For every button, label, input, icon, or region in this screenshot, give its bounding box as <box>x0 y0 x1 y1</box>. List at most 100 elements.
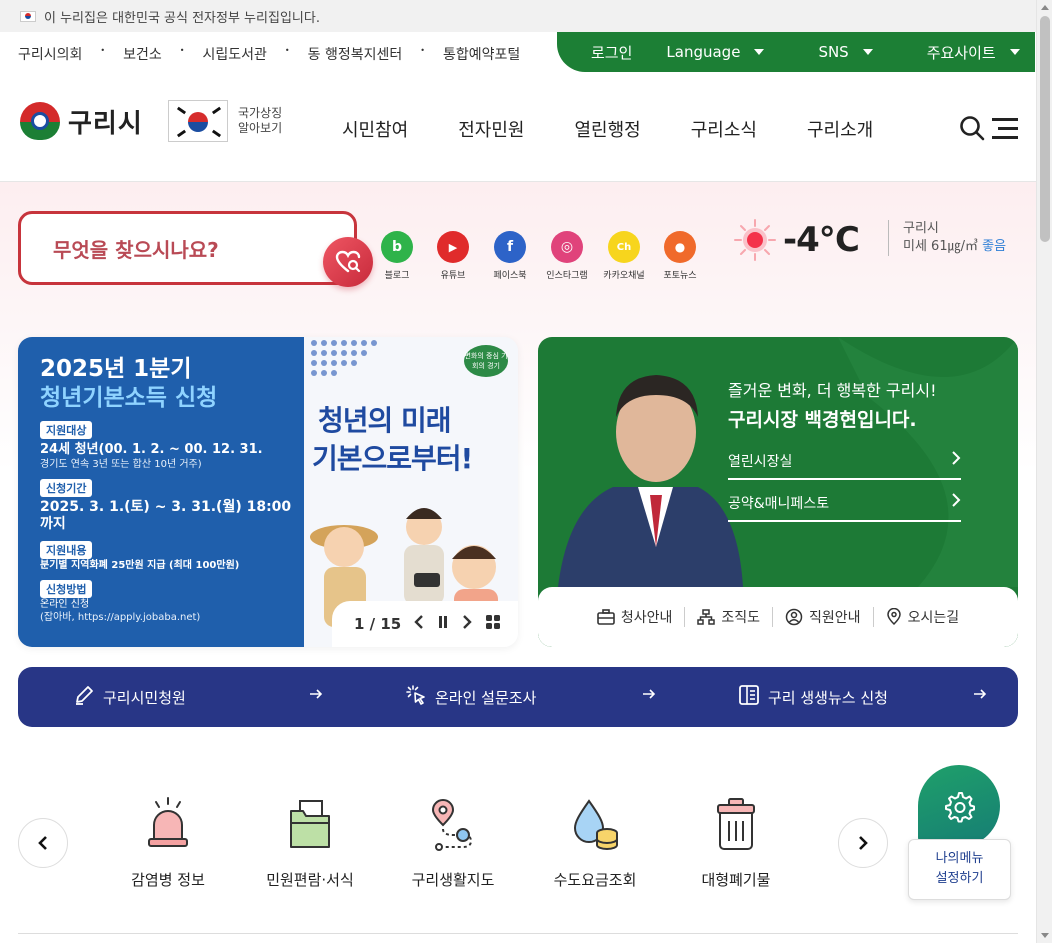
logo-text: 구리시 <box>68 108 143 139</box>
trash-bin-icon <box>706 795 766 855</box>
weather-widget: -4℃ <box>733 218 860 262</box>
guri-logo[interactable]: 구리시 <box>18 102 143 140</box>
search-input[interactable]: 무엇을 찾으시나요? <box>18 211 357 285</box>
site-header: 구리시 국가상징 알아보기 시민참여 전자민원 열린행정 구리소식 구리소개 <box>0 72 1036 182</box>
banner-tag-method: 신청방법 <box>40 580 93 598</box>
chevron-right-icon <box>951 493 961 513</box>
chevron-left-icon[interactable] <box>413 614 425 634</box>
banner-slogan-1: 청년의 미래 <box>318 404 452 437</box>
my-menu-settings-button[interactable]: 나의메뉴 설정하기 <box>908 839 1011 900</box>
nav-guri-news[interactable]: 구리소식 <box>691 116 757 142</box>
service-bulky-waste[interactable]: 대형폐기물 <box>676 795 796 890</box>
sns-youtube-link[interactable]: ▶ 유튜브 <box>428 231 478 281</box>
utility-links: 구리시의회 • 보건소 • 시립도서관 • 동 행정복지센터 • 통합예약포털 <box>18 44 521 64</box>
gov-notice-bar: 이 누리집은 대한민국 공식 전자정부 누리집입니다. <box>0 0 1036 32</box>
service-water-bill[interactable]: 수도요금조회 <box>535 795 655 890</box>
open-mayor-office-link[interactable]: 열린시장실 <box>728 451 961 480</box>
service-infectious-disease[interactable]: 감염병 정보 <box>108 795 228 890</box>
chevron-left-icon <box>38 836 47 850</box>
search-button[interactable] <box>323 237 373 287</box>
staff-guide-link[interactable]: 직원안내 <box>773 607 874 627</box>
newspaper-icon <box>738 684 760 710</box>
page-scrollbar[interactable] <box>1036 0 1052 943</box>
sns-photo-news-link[interactable]: ● 포토뉴스 <box>655 231 705 281</box>
sns-facebook-link[interactable]: f 페이스북 <box>485 231 535 281</box>
hamburger-menu-icon[interactable] <box>992 118 1018 140</box>
online-survey-link[interactable]: 온라인 설문조사 <box>351 667 684 727</box>
chevron-right-icon <box>951 451 961 471</box>
nav-open-administration[interactable]: 열린행정 <box>575 116 641 142</box>
kakao-channel-icon: Ch <box>608 231 640 263</box>
services-prev-button[interactable] <box>18 818 68 868</box>
sns-instagram-link[interactable]: ◎ 인스타그램 <box>542 231 592 281</box>
mayor-intro: 즐거운 변화, 더 행복한 구리시! <box>728 381 937 400</box>
youtube-icon: ▶ <box>437 231 469 263</box>
banner-info-panel: 2025년 1분기 청년기본소득 신청 지원대상 24세 청년(00. 1. 2… <box>18 337 304 647</box>
chevron-right-icon <box>859 836 868 850</box>
banner-tag-period: 신청기간 <box>40 479 93 497</box>
sns-dropdown[interactable]: SNS <box>818 43 873 61</box>
carousel-counter: 1 / 15 <box>354 615 402 633</box>
banner-slogan-2: 기본으로부터! <box>312 442 473 475</box>
sun-icon <box>733 218 777 262</box>
search-icon[interactable] <box>959 115 985 141</box>
service-life-map[interactable]: 구리생활지도 <box>393 795 513 890</box>
login-button[interactable]: 로그인 <box>591 42 632 63</box>
folder-icon <box>280 795 340 855</box>
major-sites-dropdown[interactable]: 주요사이트 <box>927 42 1020 63</box>
directions-link[interactable]: 오시는길 <box>874 607 972 627</box>
caret-down-icon <box>1009 49 1020 55</box>
scroll-down-icon[interactable] <box>1041 933 1049 938</box>
sns-kakao-channel-link[interactable]: Ch 카카오채널 <box>599 231 649 281</box>
citizen-petition-link[interactable]: 구리시민청원 <box>18 667 351 727</box>
national-symbol-link[interactable]: 국가상징 알아보기 <box>168 100 284 142</box>
facebook-icon: f <box>494 231 526 263</box>
national-symbol-text: 국가상징 알아보기 <box>238 106 283 135</box>
city-hall-guide-link[interactable]: 청사안내 <box>585 607 686 627</box>
services-next-button[interactable] <box>838 818 888 868</box>
service-civil-forms[interactable]: 민원편람·서식 <box>250 795 370 890</box>
camera-icon: ● <box>664 231 696 263</box>
pledges-manifesto-link[interactable]: 공약&매니페스토 <box>728 493 961 522</box>
grid-view-icon[interactable] <box>485 614 501 634</box>
mayor-panel: 즐거운 변화, 더 행복한 구리시! 구리시장 백경현입니다. 열린시장실 공약… <box>538 337 1018 647</box>
pause-icon[interactable] <box>437 614 449 634</box>
taegukgi-icon <box>168 100 228 142</box>
caret-down-icon <box>862 49 873 55</box>
my-menu-bubble[interactable] <box>918 765 1000 847</box>
org-chart-link[interactable]: 조직도 <box>685 607 774 627</box>
util-link-health-center[interactable]: 보건소 <box>123 44 162 64</box>
nav-e-civil-service[interactable]: 전자민원 <box>458 116 524 142</box>
banner-tag-content: 지원내용 <box>40 541 93 559</box>
main-nav: 시민참여 전자민원 열린행정 구리소식 구리소개 <box>342 116 923 142</box>
nav-citizen-participation[interactable]: 시민참여 <box>342 116 408 142</box>
util-link-council[interactable]: 구리시의회 <box>18 44 82 64</box>
briefcase-icon <box>597 609 615 625</box>
map-route-icon <box>423 795 483 855</box>
arrow-right-icon <box>973 687 987 705</box>
org-chart-icon <box>697 609 716 625</box>
scrollbar-thumb[interactable] <box>1040 16 1050 242</box>
util-link-library[interactable]: 시립도서관 <box>202 44 266 64</box>
language-dropdown[interactable]: Language <box>666 43 765 61</box>
quick-links-bar: 구리시민청원 온라인 설문조사 구리 생생뉴스 신청 <box>18 667 1018 727</box>
section-divider <box>18 933 1018 934</box>
sns-blog-link[interactable]: b 블로그 <box>372 231 422 281</box>
main-banner-carousel[interactable]: 2025년 1분기 청년기본소득 신청 지원대상 24세 청년(00. 1. 2… <box>18 337 518 647</box>
pen-icon <box>73 684 95 710</box>
util-link-welfare-center[interactable]: 동 행정복지센터 <box>308 44 403 64</box>
temperature: -4℃ <box>783 220 860 260</box>
scroll-up-icon[interactable] <box>1041 5 1049 10</box>
gear-icon <box>945 792 975 823</box>
chevron-right-icon[interactable] <box>461 614 473 634</box>
util-link-reservation[interactable]: 통합예약포털 <box>443 44 520 64</box>
nav-about-guri[interactable]: 구리소개 <box>807 116 873 142</box>
news-subscription-link[interactable]: 구리 생생뉴스 신청 <box>684 667 1017 727</box>
water-drop-coin-icon <box>565 795 625 855</box>
fine-dust-value: 미세 61㎍/㎥ <box>903 239 978 254</box>
banner-tag-target: 지원대상 <box>40 421 93 439</box>
carousel-controls: 1 / 15 <box>332 601 518 647</box>
banner-title-2: 청년기본소득 신청 <box>40 385 218 411</box>
instagram-icon: ◎ <box>551 231 583 263</box>
arrow-right-icon <box>309 687 323 705</box>
